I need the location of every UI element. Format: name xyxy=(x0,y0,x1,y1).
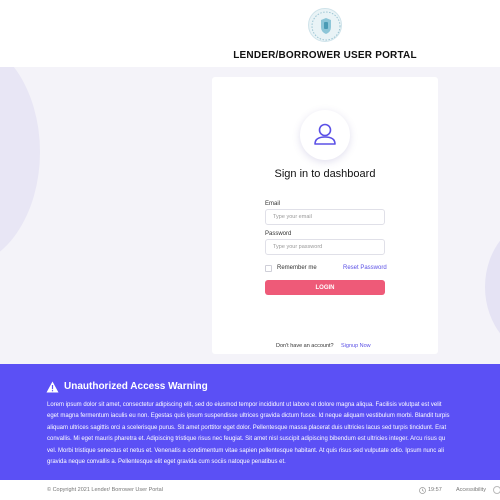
decorative-circle-left xyxy=(0,67,40,267)
warning-line: gravida neque convallis a. Pellentesque … xyxy=(47,459,286,466)
email-label: Email xyxy=(265,201,281,207)
warning-line: aliquam ultrices sagittis orci a sceleri… xyxy=(47,424,447,431)
decorative-circle-right xyxy=(485,217,500,357)
email-field[interactable] xyxy=(265,209,385,225)
warning-body: Lorem ipsum dolor sit amet, consectetur … xyxy=(47,400,500,470)
login-button[interactable]: LOGIN xyxy=(265,280,385,295)
portal-title: LENDER/BORROWER USER PORTAL xyxy=(233,50,417,61)
clock-icon xyxy=(419,487,426,494)
warning-line: vel. Morbi tristique senectus et netus e… xyxy=(47,447,444,454)
clock-time: 19:57 xyxy=(428,487,442,493)
copyright-text: © Copyright 2021 Lender/ Borrower User P… xyxy=(47,487,163,493)
warning-line: Lorem ipsum dolor sit amet, consectetur … xyxy=(47,402,442,408)
warning-title: Unauthorized Access Warning xyxy=(64,381,208,392)
footer: © Copyright 2021 Lender/ Borrower User P… xyxy=(0,480,500,500)
help-icon[interactable] xyxy=(493,486,500,494)
warning-line: eget magna fermentum iaculis eu non. Ege… xyxy=(47,413,450,420)
shield-logo-icon xyxy=(308,8,342,42)
accessibility-link[interactable]: Accessibility xyxy=(456,487,486,493)
top-header: LENDER/BORROWER USER PORTAL xyxy=(0,0,500,67)
remember-me-checkbox[interactable] xyxy=(265,265,272,272)
no-account-text: Don't have an account? xyxy=(276,343,334,349)
sign-in-title: Sign in to dashboard xyxy=(274,168,376,180)
user-icon xyxy=(300,110,350,160)
remember-me-label: Remember me xyxy=(277,265,317,271)
password-field[interactable] xyxy=(265,239,385,255)
reset-password-link[interactable]: Reset Password xyxy=(343,265,387,271)
warning-triangle-icon xyxy=(46,380,59,393)
warning-line: convallis. Mi eget mauris pharetra et. A… xyxy=(47,436,446,443)
signup-link[interactable]: Signup Now xyxy=(341,343,371,349)
password-label: Password xyxy=(265,231,292,237)
